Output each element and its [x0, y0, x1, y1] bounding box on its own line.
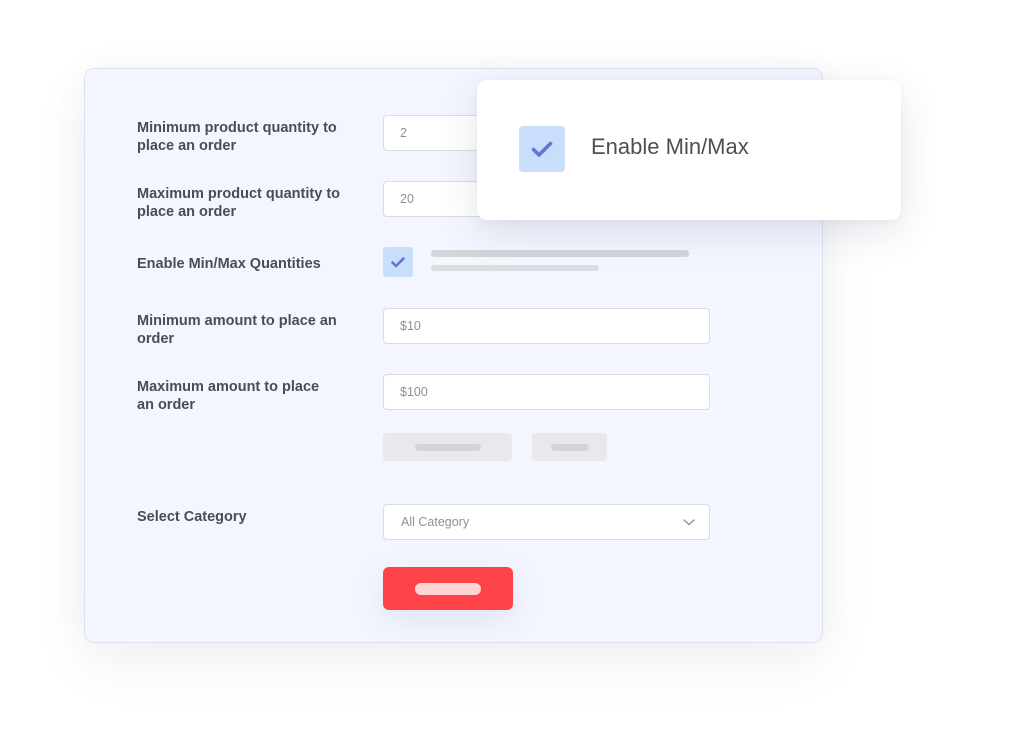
popup-enable-label: Enable Min/Max: [591, 134, 749, 159]
min-quantity-label: Minimum product quantity to place an ord…: [137, 120, 337, 154]
button-placeholder-text: [415, 582, 481, 595]
max-amount-input[interactable]: $100: [383, 374, 710, 410]
description-placeholder-line: [431, 265, 599, 271]
category-select[interactable]: All Category: [383, 504, 710, 540]
enable-minmax-label: Enable Min/Max Quantities: [137, 256, 321, 272]
min-amount-input[interactable]: $10: [383, 308, 710, 344]
button-placeholder-text: [550, 443, 589, 451]
placeholder-button[interactable]: [383, 433, 512, 461]
category-select-value: All Category: [401, 515, 470, 529]
max-quantity-label: Maximum product quantity to place an ord…: [137, 186, 340, 220]
max-amount-label: Maximum amount to place an order: [137, 379, 320, 413]
category-label: Select Category: [137, 509, 247, 525]
min-amount-label: Minimum amount to place an order: [137, 313, 337, 347]
description-placeholder-line: [431, 250, 689, 257]
check-icon: [391, 256, 405, 267]
chevron-down-icon: [683, 519, 695, 526]
enable-minmax-popup: Enable Min/Max: [477, 80, 901, 220]
submit-button[interactable]: [383, 567, 513, 610]
placeholder-button[interactable]: [532, 433, 607, 461]
enable-minmax-checkbox[interactable]: [383, 247, 413, 277]
check-icon: [531, 141, 553, 157]
popup-enable-checkbox[interactable]: [519, 126, 565, 172]
button-placeholder-text: [414, 443, 481, 451]
